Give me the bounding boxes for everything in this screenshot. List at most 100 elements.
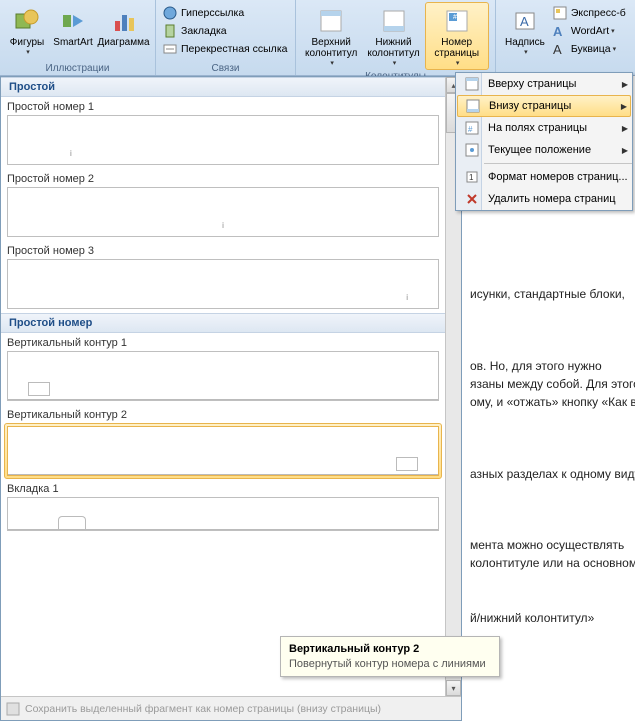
group-links-label: Связи (160, 62, 291, 75)
ribbon: Фигуры ▾ SmartArt Диаграмма Иллюстрации (0, 0, 635, 76)
pagenumber-gallery: Простой Простой номер 1 i Простой номер … (0, 76, 462, 721)
gallery-footer: Сохранить выделенный фрагмент как номер … (1, 696, 461, 720)
save-selection-icon (5, 701, 21, 717)
preview: i (7, 187, 439, 237)
current-position-icon (460, 140, 484, 160)
group-illustrations-label: Иллюстрации (4, 62, 151, 75)
pagenumber-button[interactable]: # Номер страницы ▾ (425, 2, 489, 70)
pagenumber-submenu: Вверху страницы ▶ Внизу страницы ▶ # На … (455, 72, 633, 211)
dropcap-label: Буквица (571, 43, 611, 55)
crossref-button[interactable]: Перекрестная ссылка (160, 40, 289, 58)
group-illustrations: Фигуры ▾ SmartArt Диаграмма Иллюстрации (0, 0, 156, 75)
separator (484, 163, 632, 164)
chevron-down-icon: ▾ (456, 59, 460, 67)
header-button[interactable]: Верхний колонтитул ▾ (300, 2, 362, 70)
svg-text:#: # (453, 14, 457, 21)
submenu-current-pos[interactable]: Текущее положение ▶ (456, 139, 632, 161)
preview: i (7, 259, 439, 309)
submenu-format[interactable]: 1 Формат номеров страниц... (456, 166, 632, 188)
textbox-button[interactable]: A Надпись ▾ (500, 2, 550, 59)
chevron-right-icon: ▶ (622, 124, 628, 133)
submenu-bottom-page-label: Внизу страницы (489, 100, 621, 112)
chevron-right-icon: ▶ (622, 80, 628, 89)
submenu-bottom-page[interactable]: Внизу страницы ▶ (457, 95, 631, 117)
quickparts-icon (552, 5, 568, 21)
footer-label: Нижний колонтитул (367, 37, 419, 59)
tooltip-desc: Повернутый контур номера с линиями (289, 658, 491, 670)
svg-text:#: # (468, 125, 473, 134)
smartart-label: SmartArt (53, 37, 92, 48)
svg-text:A: A (520, 14, 529, 29)
group-links: Гиперссылка Закладка Перекрестная ссылка… (156, 0, 296, 75)
bookmark-icon (162, 23, 178, 39)
gallery-footer-label: Сохранить выделенный фрагмент как номер … (25, 703, 381, 715)
remove-icon (460, 189, 484, 209)
submenu-top-page[interactable]: Вверху страницы ▶ (456, 73, 632, 95)
chevron-right-icon: ▶ (621, 102, 627, 111)
doc-text: мента можно осуществлять (470, 538, 624, 552)
hyperlink-label: Гиперссылка (181, 7, 244, 19)
chevron-down-icon: ▾ (524, 48, 528, 56)
svg-text:A: A (553, 24, 563, 39)
gallery-item-simple1[interactable]: Простой номер 1 i (1, 97, 445, 165)
doc-text: колонтитуле или на основном (470, 556, 635, 570)
gallery-item-label: Простой номер 1 (1, 97, 445, 115)
gallery-item-contour1[interactable]: Вертикальный контур 1 (1, 333, 445, 401)
hyperlink-button[interactable]: Гиперссылка (160, 4, 246, 22)
submenu-format-label: Формат номеров страниц... (488, 171, 628, 183)
pagenumber-icon: # (441, 5, 473, 37)
group-text: A Надпись ▾ Экспресс-б A WordArt ▾ A Бук… (496, 0, 635, 75)
gallery-item-simple3[interactable]: Простой номер 3 i (1, 241, 445, 309)
gallery-item-simple2[interactable]: Простой номер 2 i (1, 169, 445, 237)
preview (7, 426, 439, 476)
format-icon: 1 (460, 167, 484, 187)
chevron-down-icon: ▾ (26, 48, 30, 56)
shapes-label: Фигуры (10, 37, 44, 48)
gallery-item-label: Простой номер 2 (1, 169, 445, 187)
gallery-item-label: Вертикальный контур 1 (1, 333, 445, 351)
category-simple: Простой (1, 77, 445, 97)
dropcap-icon: A (552, 41, 568, 57)
submenu-margins-label: На полях страницы (488, 122, 622, 134)
textbox-label: Надпись (505, 37, 545, 48)
bookmark-button[interactable]: Закладка (160, 22, 229, 40)
footer-icon (378, 5, 410, 37)
textbox-icon: A (509, 5, 541, 37)
preview (7, 497, 439, 531)
smartart-button[interactable]: SmartArt (50, 2, 96, 51)
hyperlink-icon (162, 5, 178, 21)
chevron-down-icon: ▾ (330, 59, 334, 67)
footer-button[interactable]: Нижний колонтитул ▾ (362, 2, 424, 70)
group-headers: Верхний колонтитул ▾ Нижний колонтитул ▾… (296, 0, 496, 75)
doc-text: й/нижний колонтитул» (470, 611, 594, 625)
shapes-button[interactable]: Фигуры ▾ (4, 2, 50, 59)
header-label: Верхний колонтитул (305, 37, 357, 59)
submenu-remove[interactable]: Удалить номера страниц (456, 188, 632, 210)
wordart-label: WordArt (571, 25, 609, 37)
gallery-item-tab1[interactable]: Вкладка 1 (1, 479, 445, 531)
header-icon (315, 5, 347, 37)
doc-text: исунки, стандартные блоки, (470, 287, 625, 301)
submenu-margins[interactable]: # На полях страницы ▶ (456, 117, 632, 139)
submenu-remove-label: Удалить номера страниц (488, 193, 628, 205)
svg-text:A: A (553, 42, 562, 57)
scroll-down-button[interactable]: ▾ (446, 680, 461, 696)
pagenumber-label: Номер страницы (434, 37, 479, 59)
quickparts-button[interactable]: Экспресс-б (550, 4, 628, 22)
crossref-label: Перекрестная ссылка (181, 43, 287, 55)
submenu-top-page-label: Вверху страницы (488, 78, 622, 90)
chart-label: Диаграмма (98, 37, 150, 48)
chevron-down-icon: ▾ (611, 27, 615, 35)
wordart-button[interactable]: A WordArt ▾ (550, 22, 628, 40)
shapes-icon (11, 5, 43, 37)
doc-text: ов. Но, для этого нужно (470, 359, 602, 373)
doc-text: азных разделах к одному виду, (470, 467, 635, 481)
doc-text: язаны между собой. Для этого (470, 377, 635, 391)
gallery-item-label: Вкладка 1 (1, 479, 445, 497)
chevron-down-icon: ▾ (393, 59, 397, 67)
gallery-item-label: Простой номер 3 (1, 241, 445, 259)
preview: i (7, 115, 439, 165)
dropcap-button[interactable]: A Буквица ▾ (550, 40, 628, 58)
chart-button[interactable]: Диаграмма (96, 2, 151, 51)
gallery-item-contour2[interactable]: Вертикальный контур 2 (1, 405, 445, 479)
